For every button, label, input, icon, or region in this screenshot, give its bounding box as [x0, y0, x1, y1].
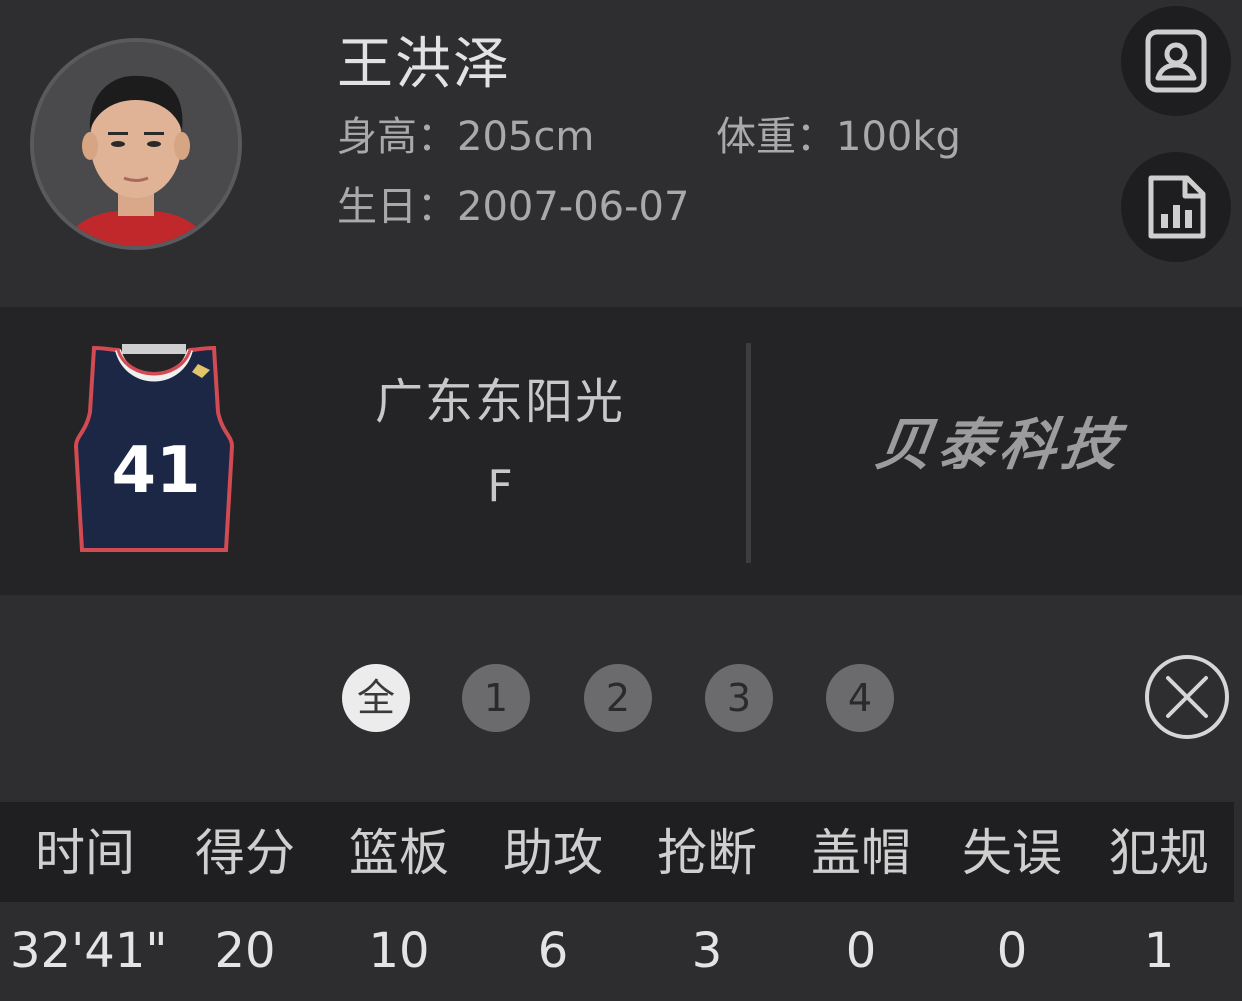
- player-position: F: [487, 461, 513, 512]
- player-photo: [34, 42, 238, 246]
- stat-value-fouls: 1: [1143, 923, 1175, 979]
- bar-chart-document-icon: [1148, 175, 1206, 239]
- period-button-2[interactable]: 2: [584, 664, 652, 732]
- player-avatar: [30, 38, 242, 250]
- stat-value-steals: 3: [691, 923, 723, 979]
- contact-card-icon: [1145, 29, 1207, 93]
- profile-button[interactable]: [1121, 6, 1231, 116]
- stat-header-turnovers: 失误: [962, 824, 1062, 882]
- band-divider: [746, 343, 751, 563]
- period-button-4[interactable]: 4: [826, 664, 894, 732]
- player-height: 身高：205cm: [337, 114, 595, 160]
- stat-header-rebounds: 篮板: [349, 824, 449, 882]
- stat-header-steals: 抢断: [657, 824, 757, 882]
- period-button-all[interactable]: 全: [342, 664, 410, 732]
- stat-value-blocks: 0: [845, 923, 877, 979]
- player-header: 王洪泽 身高：205cm 体重：100kg 生日：2007-06-07: [0, 0, 1242, 307]
- stat-value-turnovers: 0: [996, 923, 1028, 979]
- team-name: 广东东阳光: [374, 374, 625, 430]
- player-birthday: 生日：2007-06-07: [337, 184, 690, 230]
- stat-header-time: 时间: [35, 824, 135, 882]
- player-name: 王洪泽: [337, 32, 511, 97]
- stat-header-blocks: 盖帽: [811, 824, 911, 882]
- period-button-3[interactable]: 3: [705, 664, 773, 732]
- stat-header-fouls: 犯规: [1109, 824, 1209, 882]
- jersey-number: 41: [111, 434, 200, 508]
- stat-header-points: 得分: [195, 824, 295, 882]
- stat-value-points: 20: [214, 923, 276, 979]
- jersey-icon: 41: [73, 344, 235, 552]
- stat-value-assists: 6: [537, 923, 569, 979]
- period-button-1[interactable]: 1: [462, 664, 530, 732]
- stat-value-time: 32'41": [10, 923, 168, 979]
- close-icon[interactable]: [1144, 654, 1230, 740]
- stat-header-assists: 助攻: [503, 824, 603, 882]
- stat-value-rebounds: 10: [368, 923, 430, 979]
- stats-report-button[interactable]: [1121, 152, 1231, 262]
- player-weight: 体重：100kg: [716, 114, 961, 160]
- player-detail-screen: 王洪泽 身高：205cm 体重：100kg 生日：2007-06-07 41 广…: [0, 0, 1242, 1001]
- sponsor-logo: 贝泰科技: [871, 413, 1129, 478]
